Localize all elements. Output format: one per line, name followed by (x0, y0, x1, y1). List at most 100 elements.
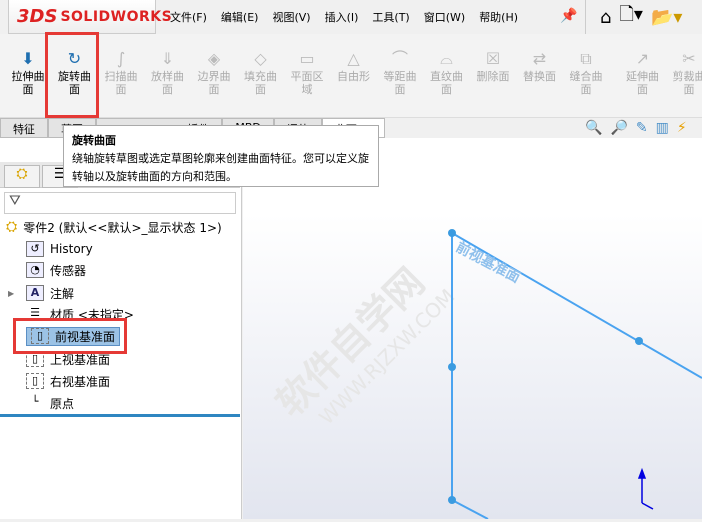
button-label: 边界曲 (198, 70, 231, 83)
button-label: 等距曲 (384, 70, 417, 83)
dynamic-annotation-icon[interactable]: ⚡ (677, 120, 687, 136)
button-label: 剪裁曲 (673, 70, 702, 83)
ruled-surface-button[interactable]: ⌓直纹曲面 (425, 48, 469, 96)
viewport-canvas: 软件自学网 WWW.RJZXW.COM 前视基准面 (243, 138, 702, 519)
part-label: 零件2 (默认<<默认>_显示状态 1>) (23, 219, 221, 236)
menu-tools[interactable]: 工具(T) (372, 9, 409, 25)
button-label: 缝合曲 (570, 70, 603, 83)
freeform-icon: △ (332, 48, 376, 70)
tab-features[interactable]: 特征 (0, 118, 48, 138)
knit-surface-button[interactable]: ⧉缝合曲面 (564, 48, 608, 96)
boundary-icon: ◈ (192, 48, 236, 70)
filter-icon[interactable]: ⛛ (4, 192, 236, 214)
tooltip-body: 绕轴旋转草图或选定草图轮廓来创建曲面特征。您可以定义旋转轴以及旋转曲面的方向和范… (72, 152, 369, 183)
trim-surface-button[interactable]: ✂剪裁曲面 (667, 48, 702, 96)
front-plane[interactable] (452, 233, 702, 519)
logo-mark: 3DS (17, 6, 57, 27)
plane-icon: ▯ (26, 373, 44, 389)
quick-access: ⌂ 🗋▾ 📂▾ (585, 0, 702, 34)
button-label: 填充曲 (244, 70, 277, 83)
extend-icon: ↗ (621, 48, 665, 70)
part-icon: ⛭ (6, 219, 17, 235)
button-label: 放样曲 (151, 70, 184, 83)
button-label: 平面区 (291, 70, 324, 83)
tree-item-sensors[interactable]: ◔ 传感器 (26, 260, 86, 280)
highlight-box (13, 318, 127, 354)
button-label: 直纹曲 (430, 70, 463, 83)
tree-item-history[interactable]: ↺ History (26, 239, 93, 259)
button-label: 扫描曲 (105, 70, 138, 83)
delete-face-surface-button[interactable]: ☒删除面 (471, 48, 515, 83)
watermark: 软件自学网 WWW.RJZXW.COM (268, 252, 460, 444)
button-label-2: 面 (441, 83, 452, 96)
zoom-to-fit-icon[interactable]: 🔍 (585, 120, 602, 136)
delete-face-icon: ☒ (471, 48, 515, 70)
new-document-icon[interactable]: 🗋▾ (619, 2, 643, 32)
tree-label: 传感器 (50, 262, 86, 279)
button-label-2: 面 (684, 83, 695, 96)
heads-up-toolbar: 🔍 🔎 ✎ ▥ ⚡ (585, 120, 687, 136)
ruled-icon: ⌓ (425, 48, 469, 70)
menu-help[interactable]: 帮助(H) (479, 9, 518, 25)
button-label-2: 面 (395, 83, 406, 96)
open-icon[interactable]: 📂▾ (651, 7, 682, 28)
tree-label: 注解 (50, 285, 74, 302)
feature-manager-tab-icon[interactable]: ⛭ (4, 165, 40, 188)
knit-icon: ⧉ (564, 48, 608, 70)
extend-surface-button[interactable]: ↗延伸曲面 (621, 48, 665, 96)
menu-edit[interactable]: 编辑(E) (221, 9, 259, 25)
boundary-surface-button[interactable]: ◈边界曲面 (192, 48, 236, 96)
solidworks-logo[interactable]: 3DS SOLIDWORKS (8, 0, 156, 34)
previous-view-icon[interactable]: ✎ (636, 120, 648, 136)
button-label: 延伸曲 (626, 70, 659, 83)
button-label: 替换面 (523, 70, 556, 83)
history-icon: ↺ (26, 241, 44, 257)
fill-surface-button[interactable]: ◇填充曲面 (239, 48, 283, 96)
offset-surface-button[interactable]: ⌒等距曲面 (378, 48, 422, 96)
button-label-2: 面 (162, 83, 173, 96)
loft-icon: ⇓ (146, 48, 190, 70)
button-label-2: 面 (209, 83, 220, 96)
home-icon[interactable]: ⌂ (600, 7, 611, 28)
freeform-surface-button[interactable]: △自由形 (332, 48, 376, 83)
expand-icon[interactable]: ▶ (8, 289, 26, 298)
button-label-2: 面 (637, 83, 648, 96)
surfaces-toolbar: ⬇拉伸曲面↻旋转曲面∫扫描曲面⇓放样曲面◈边界曲面◇填充曲面▭平面区域△自由形⌒… (0, 34, 702, 118)
triad-icon (639, 470, 653, 509)
graphics-viewport[interactable]: 软件自学网 WWW.RJZXW.COM 前视基准面 (243, 138, 702, 519)
pin-icon[interactable]: 📌 (560, 8, 577, 24)
tree-root[interactable]: ⛭ 零件2 (默认<<默认>_显示状态 1>) (6, 217, 222, 237)
panel-divider[interactable] (0, 414, 240, 417)
fill-icon: ◇ (239, 48, 283, 70)
tooltip: 旋转曲面 绕轴旋转草图或选定草图轮廓来创建曲面特征。您可以定义旋转轴以及旋转曲面… (63, 125, 379, 187)
highlight-box (45, 32, 99, 118)
section-view-icon[interactable]: ▥ (656, 120, 669, 136)
tree-item-right-plane[interactable]: ▯ 右视基准面 (26, 371, 110, 391)
zoom-to-area-icon[interactable]: 🔎 (610, 120, 627, 136)
tree-item-annotations[interactable]: ▶A 注解 (8, 283, 74, 303)
menu-file[interactable]: 文件(F) (170, 9, 207, 25)
plane-handles[interactable] (448, 229, 643, 504)
extrude-icon: ⬇ (6, 48, 50, 70)
tree-label: 右视基准面 (50, 373, 110, 390)
plane-label: 前视基准面 (453, 239, 523, 287)
sweep-icon: ∫ (99, 48, 143, 70)
planar-surface-button[interactable]: ▭平面区域 (285, 48, 329, 96)
tree-item-origin[interactable]: └原点 (26, 393, 74, 413)
origin-icon: └ (26, 395, 44, 411)
sensor-icon: ◔ (26, 262, 44, 278)
extrude-surface-button[interactable]: ⬇拉伸曲面 (6, 48, 50, 96)
tree-label: History (50, 242, 93, 256)
menu-bar: 文件(F) 编辑(E) 视图(V) 插入(I) 工具(T) 窗口(W) 帮助(H… (170, 0, 518, 34)
annotation-icon: A (26, 285, 44, 301)
menu-insert[interactable]: 插入(I) (325, 9, 359, 25)
button-label-2: 面 (23, 83, 34, 96)
loft-surface-button[interactable]: ⇓放样曲面 (146, 48, 190, 96)
menu-window[interactable]: 窗口(W) (424, 9, 465, 25)
planar-icon: ▭ (285, 48, 329, 70)
button-label: 删除面 (477, 70, 510, 83)
menu-view[interactable]: 视图(V) (272, 9, 310, 25)
logo-text: SOLIDWORKS (60, 9, 172, 25)
replace-face-surface-button[interactable]: ⇄替换面 (518, 48, 562, 83)
sweep-surface-button[interactable]: ∫扫描曲面 (99, 48, 143, 96)
